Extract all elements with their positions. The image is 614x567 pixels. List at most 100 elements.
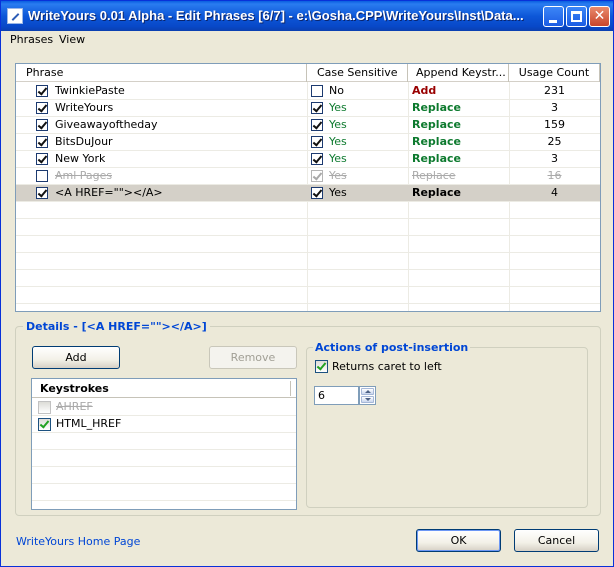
table-row[interactable]: New York Yes Replace 3 bbox=[16, 151, 600, 168]
append-keystroke-cell: Replace bbox=[412, 169, 456, 182]
keystroke-item[interactable]: HTML_HREF bbox=[32, 416, 296, 433]
ok-button[interactable]: OK bbox=[416, 529, 501, 552]
phrase-cell: <A HREF=""></A> bbox=[55, 186, 163, 199]
usage-count-cell: 3 bbox=[551, 152, 558, 165]
grid-header: Phrase Case Sensitive Append Keystr... U… bbox=[16, 64, 600, 82]
usage-count-cell: 159 bbox=[544, 118, 565, 131]
returns-caret-label: Returns caret to left bbox=[332, 360, 442, 373]
table-row[interactable]: BitsDuJour Yes Replace 25 bbox=[16, 134, 600, 151]
case-sensitive-value: Yes bbox=[329, 169, 347, 182]
minimize-icon bbox=[549, 20, 557, 23]
remove-keystroke-button[interactable]: Remove bbox=[209, 346, 297, 369]
case-sensitive-value: Yes bbox=[329, 135, 347, 148]
phrase-cell: Giveawayoftheday bbox=[55, 118, 158, 131]
case-sensitive-value: Yes bbox=[329, 118, 347, 131]
table-row[interactable]: TwinkiePaste No Add 231 bbox=[16, 83, 600, 100]
usage-count-cell: 25 bbox=[547, 135, 562, 148]
case-sensitive-checkbox[interactable] bbox=[311, 102, 323, 114]
empty-row bbox=[32, 484, 296, 501]
case-sensitive-value: Yes bbox=[329, 152, 347, 165]
keystroke-label: AHREF bbox=[56, 400, 93, 413]
window-title: WriteYours 0.01 Alpha - Edit Phrases [6/… bbox=[28, 8, 524, 23]
case-sensitive-value: No bbox=[329, 84, 344, 97]
column-usage-count[interactable]: Usage Count bbox=[509, 64, 600, 82]
phrase-enabled-checkbox[interactable] bbox=[36, 85, 48, 97]
keystrokes-header: Keystrokes bbox=[32, 379, 296, 398]
close-icon: ✕ bbox=[593, 8, 606, 24]
caret-offset-spinner[interactable] bbox=[359, 386, 376, 405]
empty-row bbox=[16, 236, 600, 253]
returns-caret-checkbox[interactable] bbox=[315, 360, 328, 373]
maximize-icon bbox=[571, 11, 582, 22]
append-keystroke-cell: Replace bbox=[412, 118, 461, 131]
table-row[interactable]: <A HREF=""></A> Yes Replace 4 bbox=[16, 185, 600, 202]
usage-count-cell: 16 bbox=[547, 169, 562, 182]
case-sensitive-checkbox[interactable] bbox=[311, 153, 323, 165]
column-append-keystrokes[interactable]: Append Keystr... bbox=[408, 64, 509, 82]
append-keystroke-cell: Replace bbox=[412, 186, 461, 199]
phrase-enabled-checkbox[interactable] bbox=[36, 136, 48, 148]
phrase-enabled-checkbox[interactable] bbox=[36, 153, 48, 165]
phrase-enabled-checkbox[interactable] bbox=[36, 102, 48, 114]
column-phrase[interactable]: Phrase bbox=[16, 64, 307, 82]
home-page-link[interactable]: WriteYours Home Page bbox=[16, 535, 140, 548]
app-pen-icon bbox=[7, 8, 23, 24]
keystroke-checkbox[interactable] bbox=[38, 418, 51, 431]
table-row[interactable]: WriteYours Yes Replace 3 bbox=[16, 100, 600, 117]
empty-row bbox=[16, 304, 600, 311]
menu-bar: Phrases View bbox=[1, 31, 613, 50]
case-sensitive-checkbox[interactable] bbox=[311, 136, 323, 148]
title-bar[interactable]: WriteYours 0.01 Alpha - Edit Phrases [6/… bbox=[1, 1, 613, 31]
phrases-grid[interactable]: Phrase Case Sensitive Append Keystr... U… bbox=[15, 63, 601, 312]
empty-row bbox=[32, 433, 296, 450]
empty-row bbox=[16, 287, 600, 304]
maximize-button[interactable] bbox=[566, 6, 587, 27]
usage-count-cell: 4 bbox=[551, 186, 558, 199]
empty-row bbox=[32, 467, 296, 484]
case-sensitive-value: Yes bbox=[329, 101, 347, 114]
header-separator bbox=[290, 381, 291, 396]
table-row[interactable]: Giveawayoftheday Yes Replace 159 bbox=[16, 117, 600, 134]
close-button[interactable]: ✕ bbox=[589, 6, 610, 27]
phrase-enabled-checkbox[interactable] bbox=[36, 187, 48, 199]
keystroke-checkbox[interactable] bbox=[38, 401, 51, 414]
phrase-enabled-checkbox[interactable] bbox=[36, 119, 48, 131]
spin-up-icon[interactable] bbox=[361, 388, 374, 395]
phrase-cell: WriteYours bbox=[55, 101, 114, 114]
column-case-sensitive[interactable]: Case Sensitive bbox=[307, 64, 408, 82]
phrase-enabled-checkbox[interactable] bbox=[36, 170, 48, 182]
table-row[interactable]: Aml Pages Yes Replace 16 bbox=[16, 168, 600, 185]
case-sensitive-value: Yes bbox=[329, 186, 347, 199]
usage-count-cell: 3 bbox=[551, 101, 558, 114]
keystrokes-header-label: Keystrokes bbox=[40, 382, 109, 395]
actions-title: Actions of post-insertion bbox=[313, 341, 471, 354]
keystroke-item[interactable]: AHREF bbox=[32, 399, 296, 416]
append-keystroke-cell: Add bbox=[412, 84, 437, 97]
minimize-button[interactable] bbox=[543, 6, 564, 27]
empty-row bbox=[16, 219, 600, 236]
menu-view[interactable]: View bbox=[59, 33, 85, 46]
phrase-cell: BitsDuJour bbox=[55, 135, 113, 148]
caret-offset-input[interactable]: 6 bbox=[314, 386, 359, 405]
add-keystroke-button[interactable]: Add bbox=[32, 346, 120, 369]
empty-row bbox=[16, 253, 600, 270]
phrase-cell: New York bbox=[55, 152, 106, 165]
cancel-button[interactable]: Cancel bbox=[514, 529, 599, 552]
append-keystroke-cell: Replace bbox=[412, 152, 461, 165]
phrase-cell: TwinkiePaste bbox=[55, 84, 125, 97]
menu-phrases[interactable]: Phrases bbox=[10, 33, 53, 46]
edit-phrases-window: WriteYours 0.01 Alpha - Edit Phrases [6/… bbox=[0, 0, 614, 567]
keystroke-label: HTML_HREF bbox=[56, 417, 122, 430]
case-sensitive-checkbox[interactable] bbox=[311, 119, 323, 131]
usage-count-cell: 231 bbox=[544, 84, 565, 97]
empty-row bbox=[32, 450, 296, 467]
phrase-cell: Aml Pages bbox=[55, 169, 113, 182]
details-title: Details - [<A HREF=""></A>] bbox=[23, 320, 210, 333]
keystrokes-list[interactable]: Keystrokes AHREF HTML_HREF bbox=[31, 378, 297, 510]
case-sensitive-checkbox[interactable] bbox=[311, 170, 323, 182]
empty-row bbox=[32, 501, 296, 509]
case-sensitive-checkbox[interactable] bbox=[311, 85, 323, 97]
spin-down-icon[interactable] bbox=[361, 396, 374, 403]
case-sensitive-checkbox[interactable] bbox=[311, 187, 323, 199]
empty-row bbox=[16, 202, 600, 219]
